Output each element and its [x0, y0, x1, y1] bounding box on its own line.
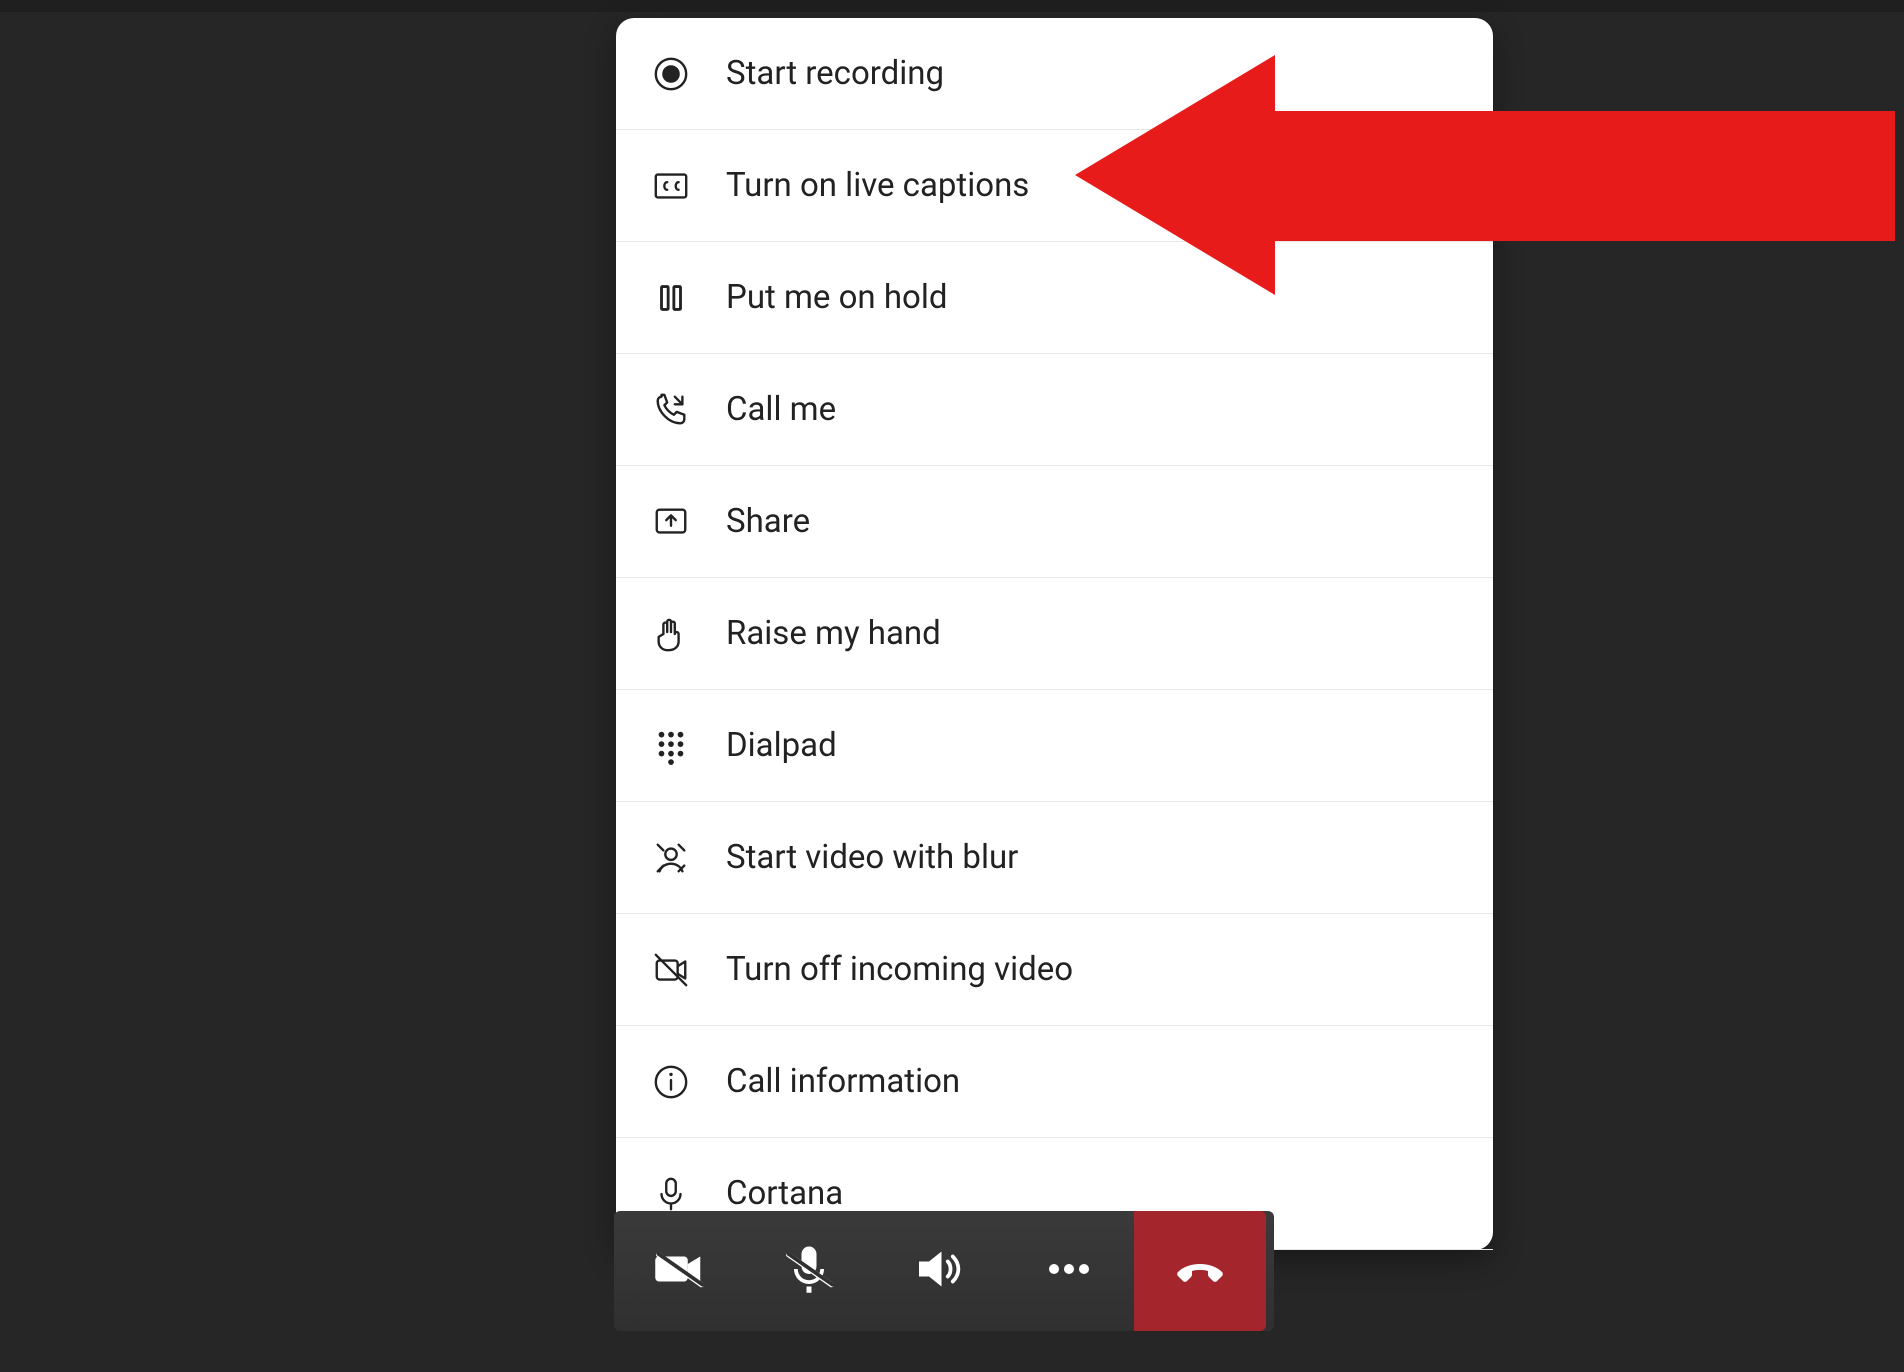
menu-item-incoming-video-off[interactable]: Turn off incoming video: [616, 914, 1493, 1026]
menu-item-label: Call me: [726, 390, 836, 429]
pause-icon: [651, 278, 691, 318]
share-screen-icon: [651, 502, 691, 542]
speaker-icon: [914, 1244, 964, 1298]
mic-off-button[interactable]: [744, 1211, 874, 1331]
menu-item-label: Call information: [726, 1062, 960, 1101]
more-actions-menu: Start recording Turn on live captions Pu…: [616, 18, 1493, 1250]
incoming-video-off-icon: [651, 950, 691, 990]
menu-item-video-blur[interactable]: Start video with blur: [616, 802, 1493, 914]
call-control-bar: [614, 1211, 1274, 1331]
menu-item-raise-hand[interactable]: Raise my hand: [616, 578, 1493, 690]
menu-item-start-recording[interactable]: Start recording: [616, 18, 1493, 130]
menu-item-label: Dialpad: [726, 726, 837, 765]
menu-item-call-info[interactable]: Call information: [616, 1026, 1493, 1138]
menu-item-label: Turn off incoming video: [726, 950, 1073, 989]
menu-item-label: Raise my hand: [726, 614, 941, 653]
camera-off-button[interactable]: [614, 1211, 744, 1331]
menu-item-live-captions[interactable]: Turn on live captions: [616, 130, 1493, 242]
menu-item-share[interactable]: Share: [616, 466, 1493, 578]
more-icon: [1048, 1259, 1090, 1283]
dialpad-icon: [651, 726, 691, 766]
phone-callback-icon: [651, 390, 691, 430]
menu-item-call-me[interactable]: Call me: [616, 354, 1493, 466]
camera-off-icon: [654, 1244, 704, 1298]
hangup-button[interactable]: [1134, 1211, 1266, 1331]
menu-item-label: Start video with blur: [726, 838, 1018, 877]
mic-off-icon: [784, 1244, 834, 1298]
raise-hand-icon: [651, 614, 691, 654]
menu-item-label: Cortana: [726, 1174, 843, 1213]
mic-icon: [651, 1174, 691, 1214]
menu-item-dialpad[interactable]: Dialpad: [616, 690, 1493, 802]
menu-item-label: Put me on hold: [726, 278, 947, 317]
menu-item-label: Start recording: [726, 54, 944, 93]
record-icon: [651, 54, 691, 94]
menu-item-hold[interactable]: Put me on hold: [616, 242, 1493, 354]
speaker-button[interactable]: [874, 1211, 1004, 1331]
video-blur-icon: [651, 838, 691, 878]
more-actions-button[interactable]: [1004, 1211, 1134, 1331]
menu-item-label: Share: [726, 502, 810, 541]
hangup-icon: [1175, 1244, 1225, 1298]
cc-icon: [651, 166, 691, 206]
menu-item-label: Turn on live captions: [726, 166, 1029, 205]
info-icon: [651, 1062, 691, 1102]
